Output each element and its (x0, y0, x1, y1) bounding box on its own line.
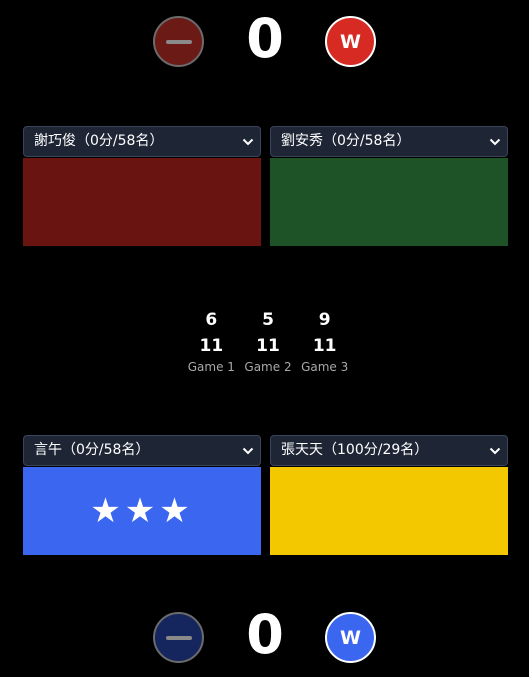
bottom-left-player-select[interactable]: 言午（0分/58名） (23, 435, 261, 466)
bottom-right-player-label: 張天天（100分/29名） (281, 442, 429, 458)
minus-icon (165, 635, 192, 640)
top-left-player-select[interactable]: 謝巧俊（0分/58名） (23, 126, 261, 157)
chevron-down-icon (489, 138, 501, 146)
bottom-right-team-color[interactable] (270, 467, 508, 555)
bottom-left-team: 言午（0分/58名） ★★★ (23, 435, 261, 555)
bottom-minus-button[interactable] (153, 612, 204, 663)
star-rating: ★★★ (90, 491, 194, 531)
game-scores: 6 11 Game 1 5 11 Game 2 9 11 Game 3 (183, 307, 353, 375)
game-bottom-score: 11 (199, 336, 224, 356)
game-label: Game 2 (244, 360, 292, 374)
game-column: 6 11 Game 1 (183, 307, 240, 375)
bottom-score-row: 0 W (0, 605, 529, 669)
minus-icon (165, 39, 192, 44)
top-right-team-color[interactable] (270, 158, 508, 246)
top-left-team-color[interactable] (23, 158, 261, 246)
bottom-left-player-label: 言午（0分/58名） (34, 442, 150, 458)
game-label: Game 1 (187, 360, 235, 374)
chevron-down-icon (242, 138, 254, 146)
game-top-score: 6 (205, 310, 218, 330)
top-right-team: 劉安秀（0分/58名） (270, 126, 508, 246)
bottom-score: 0 (246, 603, 284, 666)
game-top-score: 5 (262, 310, 274, 330)
game-bottom-score: 11 (256, 336, 280, 356)
top-score-row: 0 W (0, 9, 529, 73)
game-top-score: 9 (318, 310, 331, 330)
chevron-down-icon (489, 447, 501, 455)
game-bottom-score: 11 (312, 336, 337, 356)
top-score: 0 (246, 7, 284, 70)
top-minus-button[interactable] (153, 16, 204, 67)
top-win-button[interactable]: W (325, 16, 376, 67)
chevron-down-icon (242, 447, 254, 455)
bottom-left-team-color[interactable]: ★★★ (23, 467, 261, 555)
top-right-player-label: 劉安秀（0分/58名） (281, 133, 411, 149)
bottom-right-team: 張天天（100分/29名） (270, 435, 508, 555)
bottom-right-player-select[interactable]: 張天天（100分/29名） (270, 435, 508, 466)
top-left-player-label: 謝巧俊（0分/58名） (34, 133, 164, 149)
top-right-player-select[interactable]: 劉安秀（0分/58名） (270, 126, 508, 157)
game-column: 9 11 Game 3 (296, 307, 353, 375)
game-column: 5 11 Game 2 (240, 307, 297, 375)
bottom-win-button[interactable]: W (325, 612, 376, 663)
top-left-team: 謝巧俊（0分/58名） (23, 126, 261, 246)
game-label: Game 3 (301, 360, 349, 374)
